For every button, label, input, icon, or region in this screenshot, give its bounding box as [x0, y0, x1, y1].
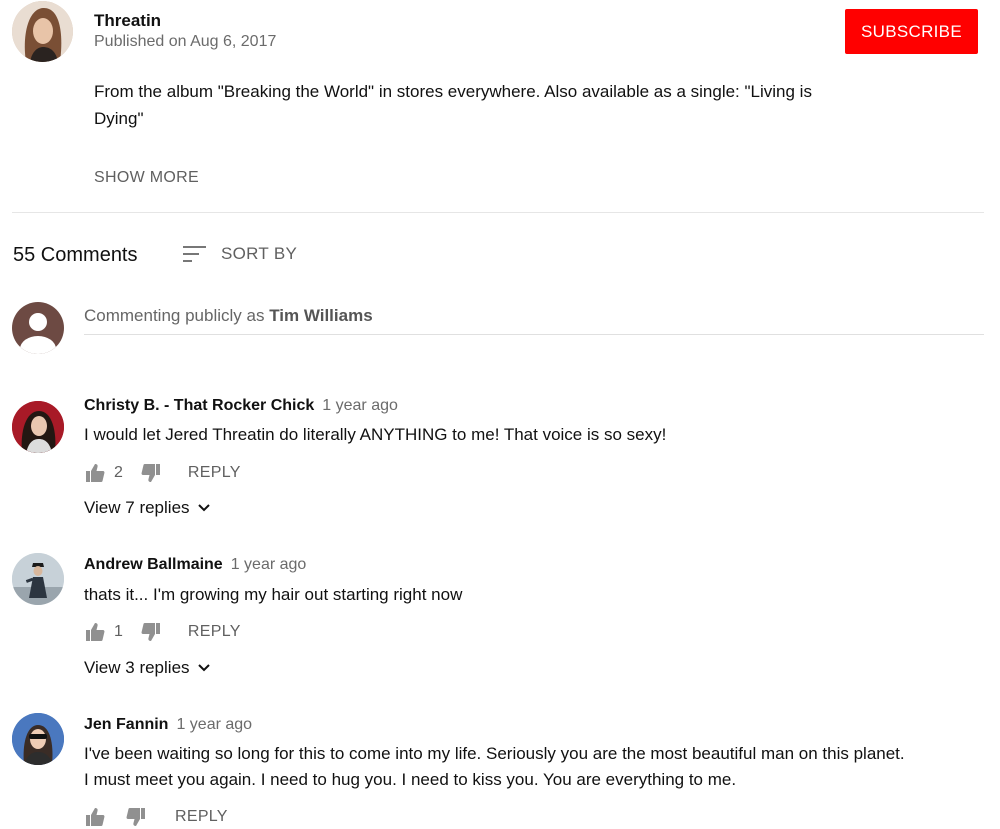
comment-time[interactable]: 1 year ago [322, 397, 398, 414]
comment-author[interactable]: Andrew Ballmaine 1 year ago [84, 556, 306, 574]
reply-button[interactable]: REPLY [188, 623, 241, 641]
like-count: 2 [114, 464, 123, 481]
chevron-down-icon [197, 504, 210, 512]
video-description: From the album "Breaking the World" in s… [94, 82, 812, 128]
reply-button[interactable]: REPLY [175, 808, 228, 826]
comment-actions: REPLY [84, 805, 228, 829]
channel-name[interactable]: Threatin [94, 11, 161, 31]
commenter-avatar[interactable] [12, 713, 64, 765]
chevron-down-icon [197, 664, 210, 672]
comment-text: I've been waiting so long for this to co… [84, 744, 905, 789]
comment-author-name[interactable]: Christy B. - That Rocker Chick [84, 397, 314, 414]
channel-avatar[interactable] [12, 1, 73, 62]
publish-date: Published on Aug 6, 2017 [94, 33, 277, 50]
thumb-down-icon[interactable] [140, 621, 162, 643]
thumb-up-icon[interactable] [84, 621, 106, 643]
comment-time[interactable]: 1 year ago [176, 716, 252, 733]
view-replies-button[interactable]: View 7 replies [84, 498, 210, 518]
view-replies-button[interactable]: View 3 replies [84, 658, 210, 678]
thumb-up-icon[interactable] [84, 806, 106, 828]
show-more-button[interactable]: SHOW MORE [94, 169, 199, 187]
comments-count: 55 Comments [13, 244, 138, 266]
view-replies-label: View 7 replies [84, 498, 190, 517]
comment-author-name[interactable]: Andrew Ballmaine [84, 556, 223, 573]
thumb-up-icon[interactable] [84, 462, 106, 484]
comment-input-prefix: Commenting publicly as [84, 306, 270, 325]
comment-author[interactable]: Jen Fannin 1 year ago [84, 716, 252, 734]
comment-input[interactable]: Commenting publicly as Tim Williams [84, 306, 984, 335]
like-count: 1 [114, 623, 123, 640]
default-avatar-icon [12, 302, 64, 354]
view-replies-label: View 3 replies [84, 658, 190, 677]
sort-by-button[interactable]: SORT BY [182, 243, 297, 265]
comment-time[interactable]: 1 year ago [231, 556, 307, 573]
thumb-down-icon[interactable] [125, 806, 147, 828]
section-divider [12, 212, 984, 213]
comment-author-name[interactable]: Jen Fannin [84, 716, 168, 733]
comment-actions: 1 REPLY [84, 620, 241, 644]
reply-button[interactable]: REPLY [188, 464, 241, 482]
subscribe-button[interactable]: SUBSCRIBE [845, 9, 978, 54]
sort-by-label: SORT BY [221, 244, 298, 263]
comment-text: thats it... I'm growing my hair out star… [84, 585, 463, 604]
sort-icon [182, 243, 208, 265]
commenter-avatar[interactable] [12, 553, 64, 605]
commenter-avatar[interactable] [12, 401, 64, 453]
comment-actions: 2 REPLY [84, 461, 241, 485]
comment-input-user: Tim Williams [269, 306, 373, 325]
thumb-down-icon[interactable] [140, 462, 162, 484]
comment-text: I would let Jered Threatin do literally … [84, 425, 667, 444]
comment-author[interactable]: Christy B. - That Rocker Chick 1 year ago [84, 397, 398, 415]
